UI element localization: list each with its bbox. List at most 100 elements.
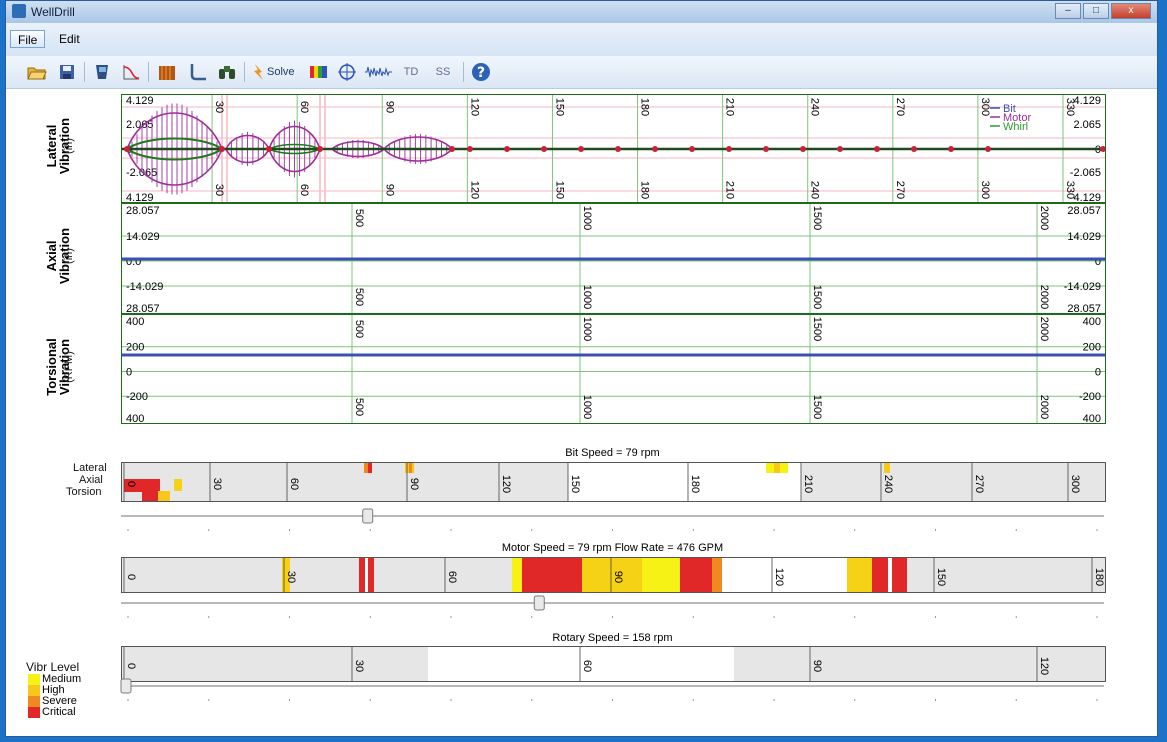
axial-xtick-bottom: 1500 [811,285,823,309]
rotary-map-svg: 0 30 60 90 120 [122,647,1105,681]
axial-ytick-left: 14.029 [126,231,160,243]
contact-point [124,146,130,152]
maximize-button[interactable]: □ [1083,3,1109,19]
lateral-xtick-top: 300 [979,98,991,116]
menu-file[interactable]: File [10,30,46,48]
lateral-xtick-bottom: 60 [298,184,310,196]
torsional-ytick-left: 400 [126,316,144,328]
row-label-axial: Axial [79,474,103,486]
lateral-ytick-left: 4.129 [126,95,154,107]
axial-plot-svg: 500 500 1000 1000 1500 1500 2000 2000 28.057 14.0… [122,204,1105,313]
torsional-ytick-left: -200 [126,391,148,403]
menu-edit[interactable]: Edit [52,30,87,48]
lateral-xtick-top: 30 [213,101,225,113]
torsional-ytick-left: 200 [126,342,144,354]
contact-point [948,146,954,152]
lateral-xtick-bottom: 270 [894,181,906,199]
ss-button[interactable]: SS [431,62,455,82]
motor-map-tick-label: 120 [773,568,785,586]
color-map-icon[interactable] [308,62,330,82]
bit-map-tick-label: 300 [1069,475,1081,493]
curve-icon[interactable] [120,62,142,82]
swatch-medium [28,674,40,685]
close-button[interactable]: x [1111,3,1151,19]
vibr-level-title: Vibr Level [26,660,80,674]
lateral-unit: (in) [63,138,75,154]
torsional-unit-label: (RPM) [63,349,77,385]
save-icon[interactable] [57,62,77,82]
lateral-ytick-right: 2.065 [1073,119,1101,131]
lateral-ytick-right: -2.065 [1070,167,1101,179]
toolbar: Solve TD SS ? [6,56,1157,89]
torsional-xtick-bottom: 2000 [1038,395,1050,419]
vibr-level-legend: Medium High Severe Critical [28,674,81,718]
lateral-xtick-top: 210 [724,98,736,116]
axial-ytick-right: 28.057 [1067,205,1101,217]
crosshair-icon[interactable] [336,62,358,82]
legend-critical: Critical [28,707,81,718]
rotary-map-tick-label: 30 [353,660,365,672]
lateral-xtick-top: 60 [298,101,310,113]
contact-point [449,146,455,152]
swatch-severe [28,696,40,707]
bit-map-severity-band [884,463,890,473]
bit-map-tick-label: 150 [569,475,581,493]
motor-map-severity-band [512,558,522,592]
solve-button[interactable]: Solve [251,62,303,82]
app-window: WellDrill – □ x File Edit Solve TD SS ? … [5,0,1158,737]
torsional-vibration-plot[interactable]: 500 500 1000 1000 1500 1500 2000 2000 400 200 0 -20… [121,314,1106,424]
motor-speed-slider[interactable] [116,594,1109,624]
rotary-speed-header: Rotary Speed = 158 rpm [552,632,673,644]
bit-map-tick-label: 30 [211,478,223,490]
contact-point [615,146,621,152]
motor-map-tick-label: 60 [446,571,458,583]
rotary-speed-slider[interactable] [116,677,1109,707]
binoculars-icon[interactable] [216,62,238,82]
contact-point [266,146,272,152]
bit-map-tick-label: 120 [500,475,512,493]
lateral-xtick-top: 150 [553,98,565,116]
lateral-vibration-plot[interactable]: 30 30 60 60 90 90 120 120 150 150 180 180 210 210 240 2… [121,94,1106,203]
td-button[interactable]: TD [399,62,423,82]
rotary-slider-thumb [120,678,132,694]
lightning-icon [254,64,263,80]
contact-point [837,146,843,152]
bit-map-severity-band [368,463,372,473]
axial-xtick-top: 1500 [811,206,823,230]
lateral-plot-svg: 30 30 60 60 90 90 120 120 150 150 180 180 210 210 240 2… [122,95,1105,202]
motor-map-severity-band [888,558,892,592]
axial-xtick-bottom: 1000 [581,285,593,309]
torsional-ytick-left: 400 [126,413,144,423]
axial-unit-label: (in) [63,241,77,271]
wellpath-icon[interactable] [186,62,208,82]
bha-icon[interactable] [92,62,114,82]
contact-point [800,146,806,152]
torsional-xtick-bottom: 1000 [581,395,593,419]
contact-point [467,146,473,152]
motor-map-tick-label: 0 [125,574,137,580]
lateral-xtick-top: 240 [809,98,821,116]
axial-ytick-left: -14.029 [126,281,163,293]
motor-speed-map[interactable]: 0 30 60 90 120 150 180 [121,557,1106,593]
minimize-button[interactable]: – [1055,3,1081,19]
bit-speed-map[interactable]: 0 30 60 90 120 150 180 210 240 270 300 [121,462,1106,502]
rig-icon[interactable] [156,62,178,82]
waveform-icon[interactable] [364,62,394,82]
contact-point [317,146,323,152]
motor-map-tick-label: 180 [1093,568,1105,586]
lateral-ytick-right: 4.129 [1073,95,1101,107]
bit-speed-slider[interactable] [116,507,1109,537]
bit-map-tick-label: 270 [973,475,985,493]
motor-map-tick-label: 30 [285,571,297,583]
torsional-xtick-top: 2000 [1038,317,1050,341]
contact-point [689,146,695,152]
open-folder-icon[interactable] [26,62,48,82]
motor-map-severity-band [522,558,582,592]
motor-slider-thumb [533,595,545,611]
help-icon[interactable]: ? [470,62,492,82]
contact-point [763,146,769,152]
axial-vibration-plot[interactable]: 500 500 1000 1000 1500 1500 2000 2000 28.057 14.0… [121,203,1106,314]
bit-map-severity-band [158,491,170,501]
lateral-xtick-bottom: 30 [213,184,225,196]
axial-unit: (in) [63,248,75,264]
